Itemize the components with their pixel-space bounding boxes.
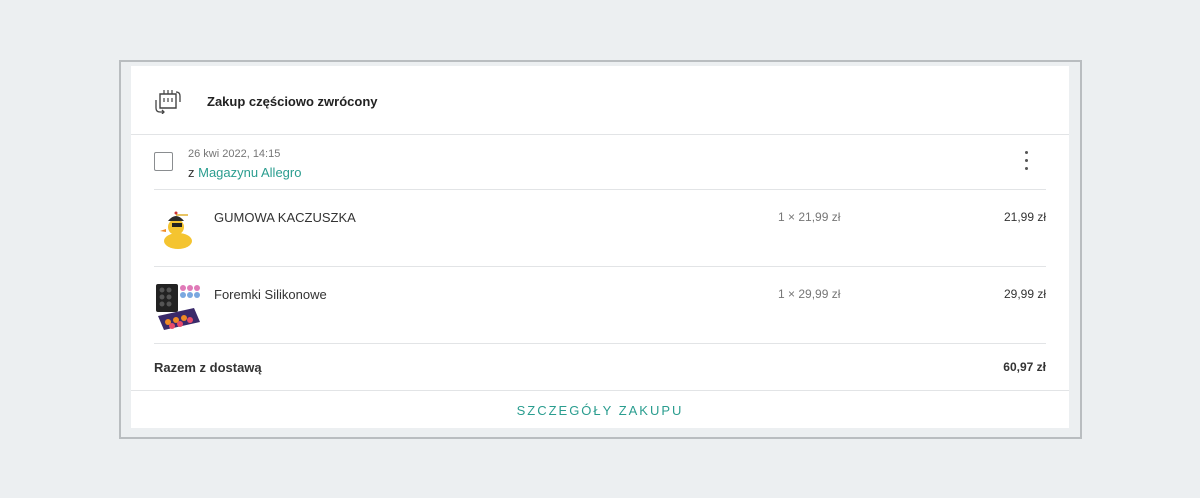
order-source: z Magazynu Allegro — [188, 165, 301, 180]
total-amount: 60,97 zł — [1003, 360, 1046, 374]
order-total: Razem z dostawą 60,97 zł — [154, 344, 1046, 390]
order-details-link[interactable]: SZCZEGÓŁY ZAKUPU — [517, 403, 684, 418]
source-link[interactable]: Magazynu Allegro — [198, 165, 301, 180]
return-box-icon — [155, 90, 181, 114]
silicone-molds-image[interactable] — [154, 282, 202, 330]
order-item-row: Foremki Silikonowe 1 × 29,99 zł 29,99 zł — [154, 267, 1046, 344]
order-card-frame: Zakup częściowo zwrócony 26 kwi 2022, 14… — [119, 60, 1082, 439]
total-label: Razem z dostawą — [154, 360, 262, 375]
order-footer: SZCZEGÓŁY ZAKUPU — [131, 390, 1069, 428]
kebab-menu-icon[interactable] — [1022, 151, 1030, 173]
order-status-title: Zakup częściowo zwrócony — [207, 94, 378, 109]
order-select-checkbox[interactable] — [154, 152, 173, 171]
rubber-duck-image[interactable] — [154, 205, 202, 253]
item-price: 21,99 zł — [1003, 210, 1046, 224]
order-card: Zakup częściowo zwrócony 26 kwi 2022, 14… — [131, 66, 1069, 428]
item-name[interactable]: Foremki Silikonowe — [214, 287, 327, 302]
order-meta: 26 kwi 2022, 14:15 z Magazynu Allegro — [154, 135, 1046, 190]
order-date: 26 kwi 2022, 14:15 — [188, 148, 281, 160]
item-quantity: 1 × 29,99 zł — [778, 287, 841, 301]
item-name[interactable]: GUMOWA KACZUSZKA — [214, 210, 356, 225]
source-prefix: z — [188, 165, 195, 180]
item-price: 29,99 zł — [1003, 287, 1046, 301]
item-quantity: 1 × 21,99 zł — [778, 210, 841, 224]
order-header: Zakup częściowo zwrócony — [131, 66, 1069, 135]
order-item-row: GUMOWA KACZUSZKA 1 × 21,99 zł 21,99 zł — [154, 190, 1046, 267]
